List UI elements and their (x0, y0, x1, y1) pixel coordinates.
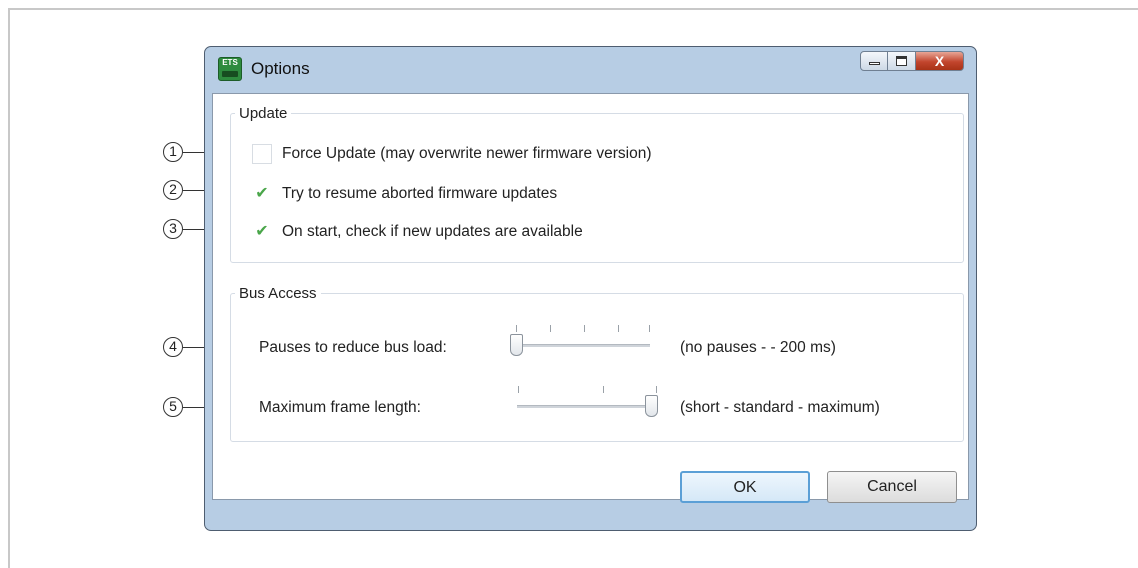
callout-2: 2 (163, 180, 183, 200)
force-update-label: Force Update (may overwrite newer firmwa… (282, 145, 652, 162)
checkmark-icon: ✔ (255, 185, 269, 202)
pauses-slider[interactable] (510, 320, 650, 360)
pauses-range: (no pauses - - 200 ms) (680, 339, 836, 356)
callout-4: 4 (163, 337, 183, 357)
force-update-checkbox[interactable] (252, 144, 272, 164)
close-icon: X (934, 53, 945, 69)
frame-length-slider[interactable] (517, 381, 658, 421)
check-updates-option[interactable]: ✔ On start, check if new updates are ava… (252, 222, 583, 242)
close-button[interactable]: X (916, 51, 964, 71)
resume-updates-option[interactable]: ✔ Try to resume aborted firmware updates (252, 184, 557, 204)
minimize-button[interactable] (860, 51, 888, 71)
caption-buttons: X (860, 51, 964, 71)
maximize-icon (896, 56, 907, 66)
resume-updates-label: Try to resume aborted firmware updates (282, 185, 558, 202)
pauses-slider-thumb[interactable] (510, 334, 523, 356)
callout-5: 5 (163, 397, 183, 417)
resume-updates-checkbox[interactable]: ✔ (252, 184, 272, 204)
check-updates-checkbox[interactable]: ✔ (252, 222, 272, 242)
check-updates-label: On start, check if new updates are avail… (282, 223, 583, 240)
ok-button[interactable]: OK (680, 471, 810, 503)
bus-access-group-legend: Bus Access (239, 285, 317, 302)
force-update-option[interactable]: Force Update (may overwrite newer firmwa… (252, 144, 652, 164)
dialog-client-area: Update Force Update (may overwrite newer… (212, 93, 969, 500)
options-dialog: ETS Options X Update Force Update (may o… (204, 46, 977, 531)
maximize-button[interactable] (888, 51, 916, 71)
checkmark-icon: ✔ (255, 223, 269, 240)
window-title: Options (251, 59, 310, 78)
title-bar[interactable]: ETS Options X (205, 47, 976, 93)
ets-app-icon: ETS (218, 57, 242, 81)
callout-3: 3 (163, 219, 183, 239)
pauses-label: Pauses to reduce bus load: (259, 339, 447, 356)
minimize-icon (869, 62, 880, 65)
frame-length-range: (short - standard - maximum) (680, 399, 880, 416)
callout-1: 1 (163, 142, 183, 162)
frame-length-label: Maximum frame length: (259, 399, 421, 416)
frame-length-slider-thumb[interactable] (645, 395, 658, 417)
update-group-legend: Update (239, 105, 288, 122)
cancel-button[interactable]: Cancel (827, 471, 957, 503)
